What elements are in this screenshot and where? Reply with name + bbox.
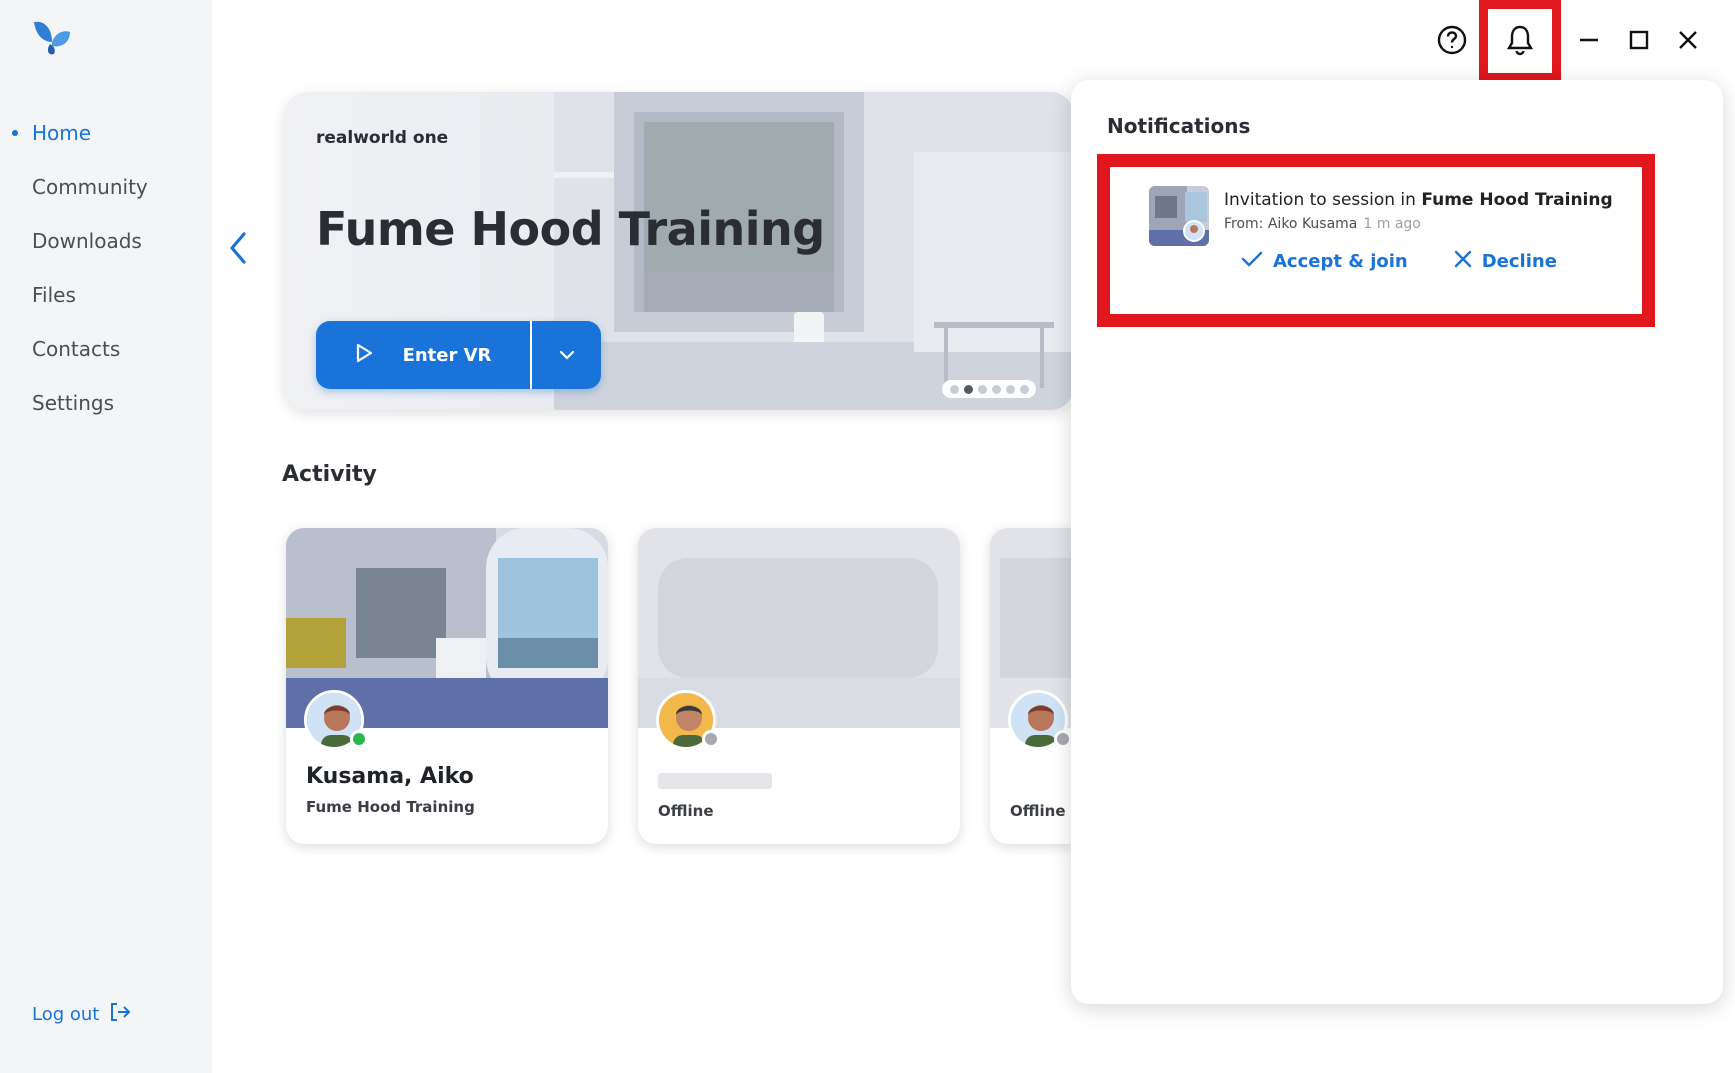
close-x-icon <box>1454 250 1472 273</box>
logout-label: Log out <box>32 1004 100 1025</box>
sidebar-item-label: Community <box>32 175 148 199</box>
sidebar: Home Community Downloads Files Contacts … <box>0 0 212 1073</box>
notification-message-prefix: Invitation to session in <box>1224 190 1422 210</box>
enter-vr-label: Enter VR <box>402 344 492 366</box>
sidebar-item-label: Home <box>32 121 92 145</box>
accept-join-label: Accept & join <box>1273 251 1408 272</box>
play-icon <box>355 343 373 368</box>
notification-time: 1 m ago <box>1363 216 1421 232</box>
notification-meta: From: Aiko Kusama 1 m ago <box>1224 216 1421 232</box>
notification-actions: Accept & join Decline <box>1241 250 1557 273</box>
carousel-dot[interactable] <box>949 384 959 394</box>
session-name: Fume Hood Training <box>306 798 475 816</box>
hero-title: Fume Hood Training <box>316 202 825 256</box>
enter-vr-dropdown-button[interactable] <box>532 321 601 389</box>
butterfly-logo[interactable] <box>30 18 74 58</box>
carousel-dots <box>942 380 1036 398</box>
carousel-dot[interactable] <box>1019 384 1029 394</box>
notification-item[interactable]: Invitation to session in Fume Hood Train… <box>1111 166 1641 314</box>
activity-heading: Activity <box>282 462 377 487</box>
sidebar-item-label: Files <box>32 283 76 307</box>
status-label: Offline <box>1010 802 1066 820</box>
notification-message: Invitation to session in Fume Hood Train… <box>1224 190 1613 210</box>
notification-session-name: Fume Hood Training <box>1421 190 1613 210</box>
notifications-panel: Notifications Invitation to session in F… <box>1071 80 1723 1004</box>
carousel-dot[interactable] <box>963 384 973 394</box>
offline-status-badge <box>702 730 720 748</box>
sidebar-item-downloads[interactable]: Downloads <box>0 220 212 274</box>
online-status-badge <box>350 730 368 748</box>
decline-button[interactable]: Decline <box>1454 250 1557 273</box>
carousel-prev-chevron-icon[interactable] <box>224 228 254 268</box>
minimize-icon[interactable] <box>1567 18 1611 62</box>
carousel-dot[interactable] <box>977 384 987 394</box>
accept-join-button[interactable]: Accept & join <box>1241 250 1408 273</box>
app-window: Home Community Downloads Files Contacts … <box>0 0 1735 1073</box>
decline-label: Decline <box>1481 251 1557 272</box>
contact-name: Kusama, Aiko <box>306 764 474 789</box>
featured-experience-card[interactable]: realworld one Fume Hood Training Enter V… <box>284 92 1074 410</box>
close-icon[interactable] <box>1666 18 1710 62</box>
sidebar-item-label: Downloads <box>32 229 142 253</box>
sidebar-item-label: Contacts <box>32 337 121 361</box>
sidebar-item-home[interactable]: Home <box>0 112 212 166</box>
help-icon[interactable] <box>1430 18 1474 62</box>
sidebar-item-label: Settings <box>32 391 115 415</box>
status-label: Offline <box>658 802 714 820</box>
notifications-heading: Notifications <box>1107 114 1251 138</box>
sidebar-nav: Home Community Downloads Files Contacts … <box>0 112 212 436</box>
check-icon <box>1241 250 1263 273</box>
activity-card[interactable]: Kusama, Aiko Fume Hood Training <box>286 528 608 844</box>
sidebar-item-community[interactable]: Community <box>0 166 212 220</box>
bell-icon[interactable] <box>1498 18 1542 62</box>
sidebar-item-files[interactable]: Files <box>0 274 212 328</box>
chevron-down-icon <box>558 346 576 365</box>
notification-sender: From: Aiko Kusama <box>1224 216 1358 232</box>
offline-status-badge <box>1054 730 1072 748</box>
enter-vr-button[interactable]: Enter VR <box>316 321 532 389</box>
logout-icon <box>109 1002 131 1027</box>
logout-button[interactable]: Log out <box>32 1002 131 1027</box>
sidebar-item-contacts[interactable]: Contacts <box>0 328 212 382</box>
carousel-dot[interactable] <box>991 384 1001 394</box>
activity-card[interactable]: Offline <box>638 528 960 844</box>
enter-vr-split-button: Enter VR <box>316 321 601 389</box>
hero-subtitle: realworld one <box>316 128 449 148</box>
activity-card[interactable]: Offline <box>990 528 1074 844</box>
sidebar-item-settings[interactable]: Settings <box>0 382 212 436</box>
maximize-icon[interactable] <box>1617 18 1661 62</box>
session-thumbnail-image <box>1149 186 1209 246</box>
blurred-name-placeholder <box>658 773 772 789</box>
carousel-dot[interactable] <box>1005 384 1015 394</box>
